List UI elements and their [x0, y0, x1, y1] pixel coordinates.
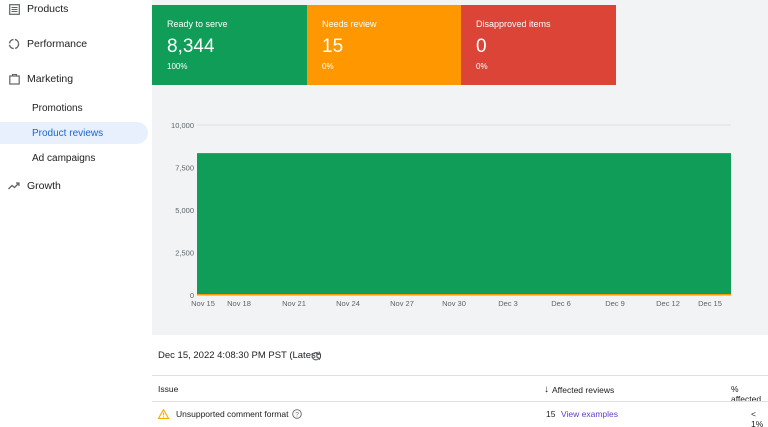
card-value: 15: [322, 36, 344, 57]
x-tick-label: Dec 15: [698, 299, 722, 308]
y-tick-label: 10,000: [171, 121, 194, 130]
main-content: Ready to serve 8,344 100% Needs review 1…: [152, 0, 768, 427]
card-percent: 100%: [167, 62, 188, 71]
card-label: Disapproved items: [476, 19, 551, 29]
y-tick-label: 5,000: [175, 206, 194, 215]
sidebar-item-label: Marketing: [27, 73, 74, 85]
sidebar-item-label: Growth: [27, 180, 61, 192]
x-tick-label: Nov 21: [282, 299, 306, 308]
sidebar-item-label: Promotions: [32, 102, 83, 114]
x-tick-label: Dec 12: [656, 299, 680, 308]
issue-label: Unsupported comment format: [176, 409, 289, 419]
sidebar-item-promotions[interactable]: Promotions: [0, 97, 148, 119]
sidebar-item-label: Performance: [27, 38, 88, 50]
card-value: 0: [476, 36, 487, 57]
status-cards: Ready to serve 8,344 100% Needs review 1…: [152, 5, 616, 85]
card-disapproved-items[interactable]: Disapproved items 0 0%: [461, 5, 616, 85]
card-value: 8,344: [167, 36, 215, 57]
sidebar-item-products[interactable]: Products: [0, 0, 148, 21]
performance-icon: [8, 38, 20, 50]
sidebar-item-growth[interactable]: Growth: [0, 174, 148, 198]
card-needs-review[interactable]: Needs review 15 0%: [307, 5, 461, 85]
x-tick-label: Dec 6: [551, 299, 571, 308]
percent-affected: < 1%: [751, 409, 764, 427]
card-percent: 0%: [476, 62, 488, 71]
column-header-label: Affected reviews: [552, 384, 615, 395]
sidebar-item-label: Product reviews: [32, 127, 104, 139]
x-tick-label: Dec 3: [498, 299, 518, 308]
card-label: Ready to serve: [167, 19, 228, 29]
trending-up-icon: [8, 180, 20, 192]
sidebar-item-label: Ad campaigns: [32, 152, 96, 164]
column-header-issue: Issue: [158, 384, 179, 394]
timestamp: Dec 15, 2022 4:08:30 PM PST (Latest): [158, 350, 322, 361]
column-header-affected-reviews[interactable]: ↓ Affected reviews: [544, 384, 614, 395]
area-chart: 10,0007,5005,0002,5000Nov 15 Nov 18 Nov 21…: [171, 121, 731, 308]
issues-panel: Dec 15, 2022 4:08:30 PM PST (Latest) Iss…: [152, 335, 768, 427]
sidebar-item-marketing[interactable]: Marketing: [0, 67, 148, 91]
sidebar-item-product-reviews[interactable]: Product reviews: [0, 122, 148, 144]
x-tick-label: Nov 18: [227, 299, 251, 308]
table-row[interactable]: Unsupported comment format ?: [157, 408, 303, 419]
marketing-icon: [8, 73, 20, 85]
sidebar-item-ad-campaigns[interactable]: Ad campaigns: [0, 147, 148, 169]
y-tick-label: 2,500: [175, 249, 194, 258]
card-ready-to-serve[interactable]: Ready to serve 8,344 100%: [152, 5, 307, 85]
help-icon[interactable]: ?: [292, 409, 303, 419]
view-examples-link[interactable]: View examples: [561, 409, 618, 419]
y-tick-label: 7,500: [175, 164, 194, 173]
sidebar: Products Performance Marketing Promotion…: [0, 0, 152, 427]
arrow-down-icon: ↓: [544, 384, 549, 395]
x-tick-label: Nov 15: [191, 299, 215, 308]
refresh-icon[interactable]: [310, 349, 321, 361]
sidebar-item-performance[interactable]: Performance: [0, 32, 148, 56]
x-tick-label: Nov 27: [390, 299, 414, 308]
sidebar-item-label: Products: [27, 3, 69, 15]
card-label: Needs review: [322, 19, 377, 29]
x-tick-label: Nov 30: [442, 299, 466, 308]
svg-text:?: ?: [296, 411, 300, 418]
products-icon: [8, 3, 20, 15]
x-tick-label: Dec 9: [605, 299, 625, 308]
x-tick-label: Nov 24: [336, 299, 360, 308]
divider: [152, 401, 768, 402]
series-area-ready-to-serve: [197, 153, 731, 295]
divider: [152, 375, 768, 376]
chart-panel: 10,000 7,500 5,000 2,500 0 Nov 15 Nov 18 Nov 21…: [152, 92, 768, 332]
warning-icon: [157, 408, 170, 419]
card-percent: 0%: [322, 62, 334, 71]
affected-count: 15: [546, 409, 556, 419]
